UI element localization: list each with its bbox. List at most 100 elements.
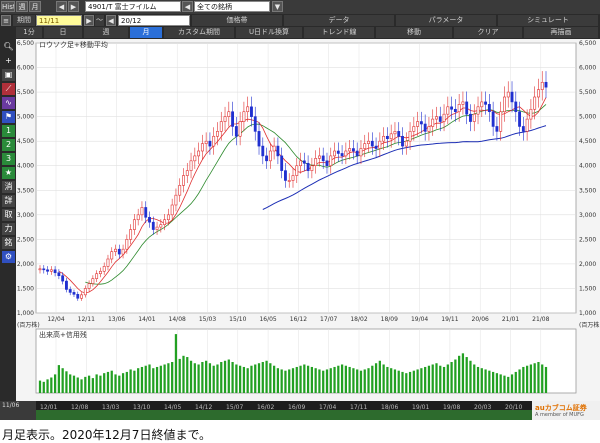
col-price-band[interactable]: 価格帯 — [192, 15, 282, 26]
candle-body — [148, 216, 151, 223]
shortcut-3[interactable]: 3 — [2, 153, 15, 165]
volume-bar — [495, 373, 499, 393]
symbol-input[interactable]: 4901/T 富士フイルム — [85, 1, 181, 12]
candle-body — [544, 81, 548, 88]
volume-bar — [152, 368, 155, 393]
volume-bar — [371, 365, 374, 393]
tf-week[interactable]: 週 — [84, 27, 128, 38]
clear-button[interactable]: クリア — [454, 27, 522, 38]
volume-bar — [163, 364, 166, 393]
candle-body — [121, 248, 125, 255]
volume-bar — [106, 371, 110, 393]
shortcut-2[interactable]: 2 — [2, 139, 15, 151]
col-data[interactable]: データ — [284, 15, 394, 26]
shortcut-1[interactable]: 1 — [2, 125, 15, 137]
y-tick-label-right: 4,500 — [579, 138, 596, 145]
trendline-button[interactable]: トレンド線 — [304, 27, 374, 38]
col-simulate[interactable]: シミュレート — [498, 15, 598, 26]
camera-icon[interactable]: ▣ — [2, 69, 15, 81]
tab-week[interactable]: 週 — [16, 1, 28, 12]
volume-bar — [427, 365, 431, 393]
favorite-star[interactable]: ★ — [2, 167, 15, 179]
dropdown-icon[interactable]: ▼ — [272, 1, 283, 12]
volume-bar — [310, 366, 314, 393]
side-toolbar: 🔍︎ + ▣ ⟋ ∿ ⚑ 1 2 3 ★ 消 詳 取 力 銘 ⚙ — [0, 39, 16, 401]
volume-bar — [148, 364, 151, 393]
chart-area[interactable]: 6,500 6,500 6,000 6,000 5,500 5,500 5,000 5,000… — [16, 39, 600, 401]
prev-arrow-icon[interactable]: ◀ — [56, 1, 67, 12]
col-parameter[interactable]: パラメータ — [396, 15, 496, 26]
custom-period-button[interactable]: カスタム期間 — [164, 27, 234, 38]
flag-icon[interactable]: ⚑ — [2, 111, 15, 123]
redraw-button[interactable]: 再描画 — [524, 27, 598, 38]
candle-body — [521, 126, 525, 132]
candle-body — [129, 229, 133, 240]
chart-title: ロウソク足+移動平均 — [39, 40, 108, 49]
candle-body — [132, 219, 136, 230]
volume-bar — [178, 358, 181, 393]
candle-body — [363, 143, 367, 149]
volume-bar — [446, 364, 449, 393]
period-from-input[interactable]: 11/11 — [36, 15, 82, 26]
candle-body — [510, 91, 514, 103]
next-arrow-icon[interactable]: ▶ — [68, 1, 79, 12]
prev-symbol-icon[interactable]: ◀ — [182, 1, 193, 12]
x-tick-label: 15/10 — [229, 316, 246, 323]
candle-body — [359, 148, 363, 157]
candle-body — [261, 145, 265, 157]
y-tick-label-right: 6,000 — [579, 65, 596, 72]
period-to-input[interactable]: 20/12 — [118, 15, 190, 26]
y-tick-label: 3,500 — [17, 187, 34, 194]
x-tick-label: 21/01 — [502, 316, 519, 323]
tf-month[interactable]: 月 — [130, 27, 162, 38]
universe-select[interactable]: 全ての銘柄 — [194, 1, 270, 12]
symbol-button[interactable]: 銘 — [2, 237, 15, 249]
candle-body — [166, 214, 170, 221]
usd-convert-button[interactable]: U日ドル換算 — [236, 27, 302, 38]
power-button[interactable]: 力 — [2, 223, 15, 235]
volume-bar — [374, 363, 378, 393]
volume-bar — [50, 377, 53, 393]
candle-body — [529, 108, 533, 120]
move-button[interactable]: 移動 — [376, 27, 452, 38]
candle-body — [503, 96, 506, 113]
trade-button[interactable]: 取 — [2, 209, 15, 221]
tab-month[interactable]: 月 — [29, 1, 41, 12]
volume-bar — [507, 376, 510, 393]
candle-body — [302, 160, 306, 164]
candle-body — [351, 148, 355, 152]
arrow-right-icon[interactable]: ▶ — [84, 15, 94, 26]
volume-bar — [435, 363, 438, 393]
detail-button[interactable]: 詳 — [2, 195, 15, 207]
timeline-bar[interactable]: 11/06 12/01 12/08 13/03 13/10 14/05 14/12 15/0… — [0, 401, 600, 420]
candle-body — [344, 150, 348, 157]
volume-bar — [439, 365, 442, 393]
menu-icon[interactable]: ≡ — [1, 15, 11, 26]
tab-hist[interactable]: Hist — [1, 1, 15, 12]
arrow-left-icon[interactable]: ◀ — [106, 15, 116, 26]
y-tick-label: 5,500 — [17, 89, 34, 96]
volume-bar — [442, 366, 446, 393]
volume-bar — [484, 369, 487, 393]
delete-button[interactable]: 消 — [2, 181, 15, 193]
crosshair-icon[interactable]: + — [2, 55, 15, 67]
tf-1min[interactable]: 1分 — [16, 27, 42, 38]
y-tick-label-right: 5,500 — [579, 89, 596, 96]
candle-body — [91, 278, 95, 284]
settings-gear-icon[interactable]: ⚙ — [2, 251, 15, 263]
candle-body — [412, 126, 416, 132]
candle-body — [125, 239, 129, 250]
volume-unit: (百万株) — [17, 321, 40, 329]
candle-body — [272, 145, 276, 152]
volume-bar — [514, 371, 517, 393]
candle-body — [242, 111, 246, 122]
wave-tool-icon[interactable]: ∿ — [2, 97, 15, 109]
candle-body — [487, 104, 491, 113]
search-icon[interactable]: 🔍︎ — [2, 41, 15, 53]
candle-body — [348, 148, 352, 152]
volume-bar — [291, 368, 295, 393]
tf-day[interactable]: 日 — [44, 27, 82, 38]
line-tool-icon[interactable]: ⟋ — [2, 83, 15, 95]
volume-bar — [295, 366, 298, 393]
candle-body — [223, 116, 227, 122]
